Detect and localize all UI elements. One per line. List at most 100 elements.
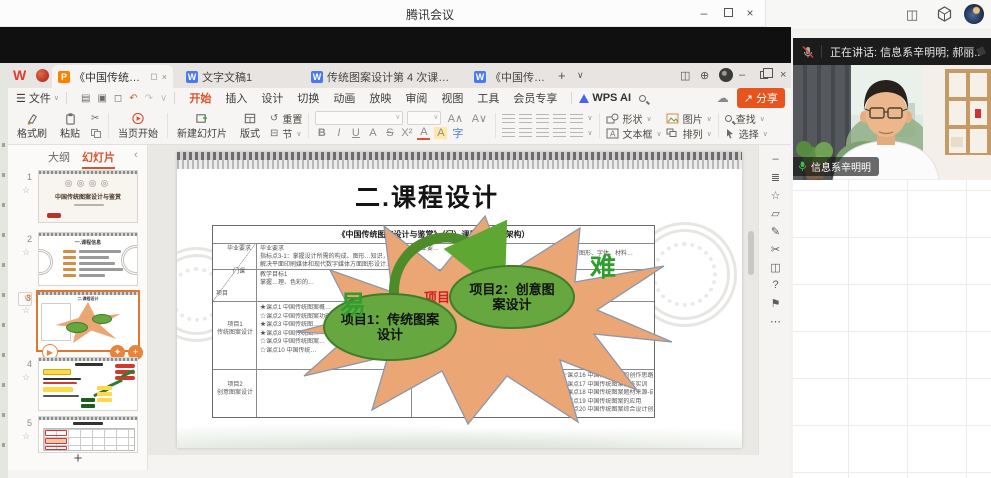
italic-button[interactable]: I — [332, 127, 345, 139]
star-icon[interactable]: ☆ — [22, 372, 30, 383]
shapes-pane-icon[interactable]: ▱ — [759, 207, 792, 220]
undo-icon[interactable]: ↶ — [129, 93, 137, 104]
menu-tools[interactable]: 工具 — [477, 90, 499, 106]
font-color-button[interactable]: A — [417, 126, 430, 140]
print-icon[interactable]: ▣ — [97, 93, 106, 104]
promo-icon[interactable] — [36, 69, 49, 82]
wps-restore-button[interactable] — [760, 71, 768, 79]
menu-home[interactable]: 开始 — [189, 90, 211, 106]
strikethrough-button[interactable]: S — [383, 127, 396, 139]
tab-list-caret[interactable]: ∨ — [577, 70, 584, 81]
picture-button[interactable]: 图片 ∨ — [666, 111, 712, 126]
arrange-button[interactable]: 排列 ∨ — [666, 126, 712, 141]
doc-tab-presentation[interactable]: P 《中国传统图案设计与鉴赏》 ◻ × — [52, 65, 173, 88]
line-spacing-icon[interactable] — [570, 114, 583, 123]
edit-pane-icon[interactable]: ✎ — [759, 225, 792, 238]
add-slide-button[interactable]: + — [8, 450, 148, 467]
star-icon[interactable]: ☆ — [22, 305, 30, 316]
maximize-button[interactable] — [719, 5, 737, 21]
save-icon[interactable]: ▤ — [81, 93, 90, 104]
doc-tab-word1[interactable]: W 文字文稿1 — [180, 65, 290, 88]
bullet-list-icon[interactable] — [502, 114, 515, 123]
tab-outline[interactable]: 大纲 — [48, 149, 70, 165]
indent-icon[interactable] — [553, 114, 566, 123]
doc-tab-word3[interactable]: W 《中国传统图案设计与鉴赏》教学大纲 — [468, 65, 554, 88]
menu-design[interactable]: 设计 — [261, 90, 283, 106]
user-avatar[interactable] — [964, 4, 984, 24]
favorites-star-icon[interactable]: ☆ — [759, 189, 792, 202]
close-button[interactable]: × — [741, 5, 759, 21]
search-icon[interactable] — [639, 95, 646, 102]
properties-icon[interactable]: ≣ — [759, 171, 792, 184]
share-button[interactable]: ↗ 分享 — [737, 88, 785, 108]
copy-icon[interactable] — [91, 129, 101, 138]
star-icon[interactable]: ☆ — [22, 247, 30, 258]
quickbar-caret-icon[interactable]: ∨ — [160, 93, 167, 104]
tab-close-icon[interactable]: × — [162, 72, 167, 82]
paste-button[interactable]: 粘贴 — [52, 110, 88, 141]
outdent-icon[interactable] — [536, 114, 549, 123]
collapse-pane-icon[interactable]: – — [759, 153, 792, 165]
wps-logo[interactable]: W — [13, 67, 29, 83]
columns-icon[interactable] — [570, 128, 583, 137]
doc-tab-word2[interactable]: W 传统图案设计第 4 次课教学整体设计 — [305, 65, 465, 88]
cloud-icon[interactable]: ☁ — [717, 91, 729, 105]
font-size-select[interactable] — [407, 111, 441, 125]
format-painter-button[interactable]: 格式刷 — [12, 110, 52, 141]
menu-transition[interactable]: 切换 — [297, 90, 319, 106]
numbered-list-icon[interactable] — [519, 114, 532, 123]
collapse-panel-icon[interactable]: ‹ — [134, 149, 138, 161]
new-tab-button[interactable]: + — [558, 68, 566, 83]
shapes-button[interactable]: 形状 ∨ — [606, 111, 662, 126]
highlight-button[interactable]: A — [434, 127, 447, 139]
layout-pane-icon[interactable]: ◫ — [759, 261, 792, 274]
slide-thumbnail-1[interactable]: 中国传统图案设计与鉴赏 — [38, 170, 138, 223]
textbox-button[interactable]: A 文本框 ∨ — [606, 126, 662, 141]
slide-thumbnail-2[interactable]: 一.课程信息 — [38, 232, 138, 286]
cube-icon[interactable] — [937, 6, 952, 25]
reader-view-icon[interactable]: ◫ — [906, 7, 918, 23]
mic-muted-icon[interactable] — [801, 45, 815, 59]
flag-pane-icon[interactable]: ⚑ — [759, 297, 792, 310]
star-icon[interactable]: ☆ — [22, 185, 30, 196]
align-center-icon[interactable] — [519, 128, 532, 137]
new-slide-button[interactable]: 新建幻灯片 — [172, 110, 232, 141]
menu-review[interactable]: 审阅 — [405, 90, 427, 106]
align-left-icon[interactable] — [502, 128, 515, 137]
reset-button[interactable]: ↺ 重置 — [270, 111, 302, 126]
menu-membership[interactable]: 会员专享 — [513, 90, 557, 106]
align-right-icon[interactable] — [536, 128, 549, 137]
play-from-current-button[interactable]: 当页开始 — [113, 110, 163, 141]
current-slide[interactable]: 二.课程设计 《中国传统图案设计与鉴赏》（门）课程 （二级架构） — [177, 152, 742, 448]
cut-icon[interactable]: ✂ — [91, 113, 101, 124]
menu-insert[interactable]: 插入 — [225, 90, 247, 106]
find-button[interactable]: 查找 ∨ — [725, 111, 768, 126]
star-icon[interactable]: ☆ — [22, 431, 30, 442]
minimize-button[interactable]: – — [695, 5, 713, 21]
wps-account-avatar[interactable] — [719, 68, 733, 82]
justify-icon[interactable] — [553, 128, 566, 137]
section-button[interactable]: ⊟ 节 ∨ — [270, 126, 302, 141]
wps-minimize-button[interactable]: – — [739, 69, 745, 81]
scrollbar-thumb[interactable] — [748, 231, 754, 275]
starburst-diagram[interactable]: 项目 项目1：传统图案 设计 项目2：创意图 案设计 易 难 — [292, 214, 672, 426]
video-feed[interactable]: 信息系辛明明 — [793, 65, 991, 180]
globe-icon[interactable]: ⊕ — [700, 69, 709, 82]
tab-window-icon[interactable]: ◻ — [150, 71, 157, 82]
help-icon[interactable]: ? — [759, 279, 792, 291]
clip-pane-icon[interactable]: ✂ — [759, 243, 792, 256]
redo-icon[interactable]: ↷ — [145, 93, 153, 104]
menu-slideshow[interactable]: 放映 — [369, 90, 391, 106]
slide-thumbnail-5[interactable] — [38, 416, 138, 453]
slide-thumbnail-3-selected[interactable]: 二.课程设计 ▶ ✦ + — [36, 290, 140, 352]
more-icon[interactable]: ⋯ — [759, 315, 792, 328]
canvas-scrollbar[interactable] — [748, 145, 754, 455]
font-family-select[interactable] — [315, 111, 403, 125]
tab-slides[interactable]: 幻灯片 — [82, 149, 115, 169]
bold-button[interactable]: B — [315, 127, 328, 139]
reading-mode-icon[interactable]: ◫ — [680, 69, 690, 82]
text-tool-button[interactable]: 字 — [451, 125, 464, 141]
increase-font-button[interactable]: A∧ — [445, 112, 465, 125]
underline-button[interactable]: U — [349, 127, 362, 139]
decrease-font-button[interactable]: A∨ — [469, 112, 489, 125]
